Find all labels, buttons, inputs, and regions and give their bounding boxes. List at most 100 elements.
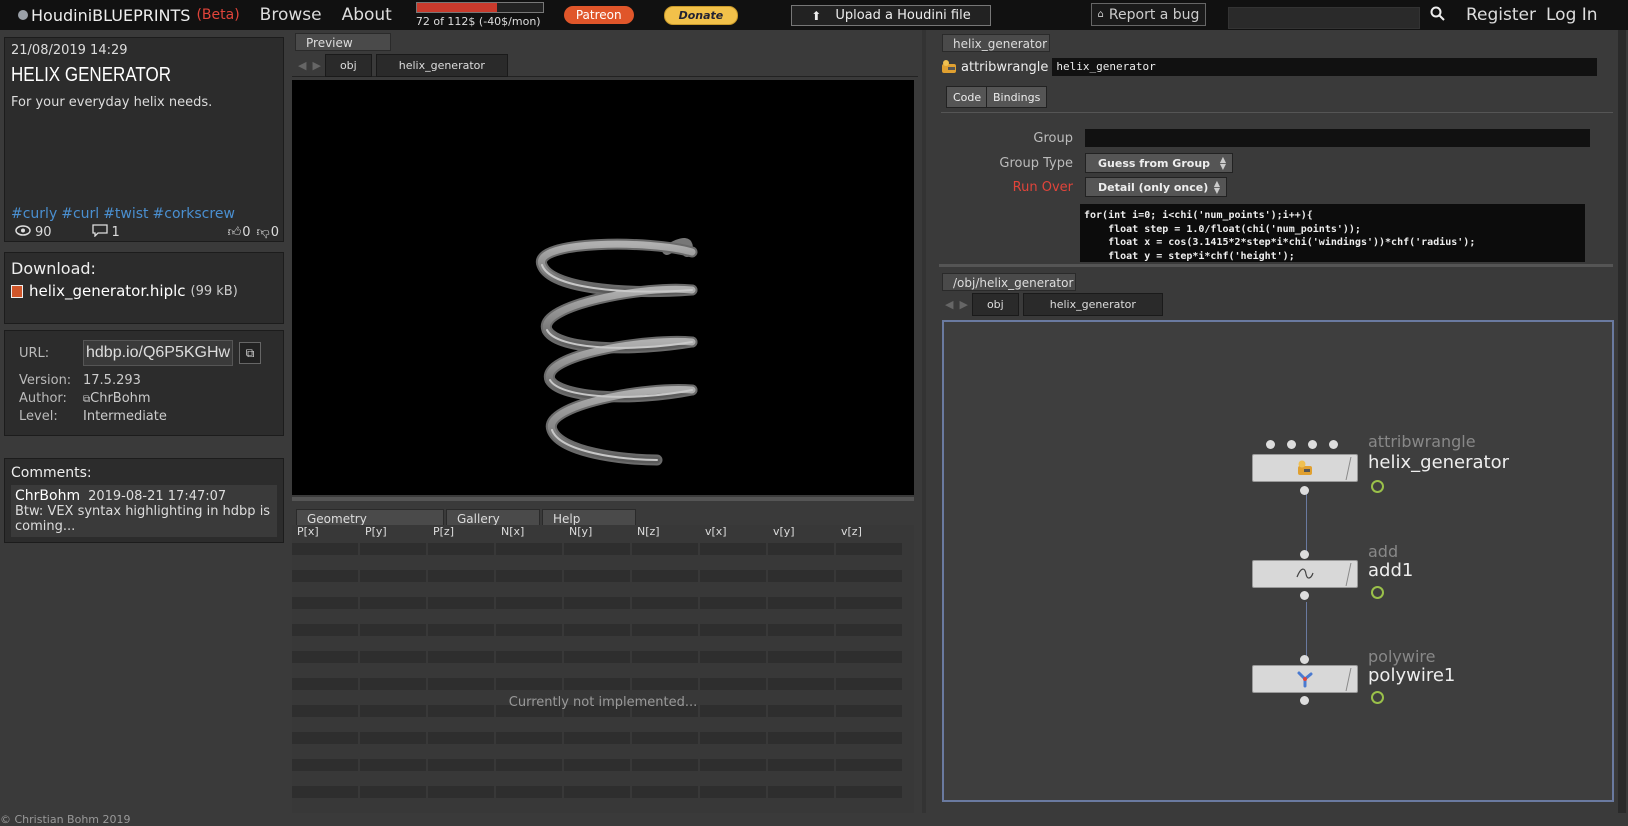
input-port[interactable] [1308,440,1317,449]
eye-icon [15,225,31,240]
group-type-label: Group Type [999,155,1073,171]
vertical-splitter[interactable] [922,30,926,813]
group-type-select[interactable]: Guess from Group ▲ ▼ [1085,153,1233,173]
wrangle-icon [1296,459,1314,477]
tab-bindings[interactable]: Bindings [986,86,1048,108]
table-cell [836,651,902,663]
tag-link[interactable]: #corkscrew [153,206,235,222]
register-link[interactable]: Register [1466,5,1536,25]
table-cell [768,759,834,771]
table-cell [632,543,698,555]
funding-progress: 72 of 112$ (-40$/mon) [415,2,544,28]
version-row: Version: 17.5.293 [19,371,269,389]
crumb-obj[interactable]: obj [971,292,1019,316]
polywire-icon [1296,670,1314,688]
likes-count: 0 [242,225,251,240]
table-cell [496,624,562,636]
like-button[interactable]: 👍︎ 0 [228,224,251,241]
node-wire [1306,494,1307,554]
dislike-button[interactable]: 👎︎ 0 [257,224,279,241]
input-port[interactable] [1287,440,1296,449]
helix-render [536,238,698,466]
table-cell [564,543,630,555]
author-link[interactable]: ⧉ChrBohm [83,391,151,406]
output-port[interactable] [1300,591,1309,600]
crumb-helix-generator[interactable]: helix_generator [375,53,508,77]
brand-prefix: Houdini [31,5,93,25]
upload-label: Upload a Houdini file [835,8,971,23]
upload-button[interactable]: ⬆ Upload a Houdini file [791,5,991,26]
tab-code[interactable]: Code [946,86,989,108]
3d-viewport[interactable] [292,80,914,495]
login-link[interactable]: Log In [1546,5,1598,25]
node-name: add1 [1368,560,1414,581]
table-cell [428,678,494,690]
table-cell [768,786,834,798]
node-body[interactable] [1252,665,1358,693]
table-cell [632,732,698,744]
tag-link[interactable]: #curly [11,206,57,222]
node-header: attribwrangle helix_generator [939,56,1613,78]
input-port[interactable] [1329,440,1338,449]
copy-icon[interactable]: ⧉ [239,342,261,364]
patreon-button[interactable]: Patreon [563,6,634,24]
about-link[interactable]: About [342,5,392,25]
run-over-value: Detail (only once) [1098,180,1209,194]
output-port[interactable] [1300,486,1309,495]
tab-network[interactable]: /obj/helix_generator [942,273,1076,291]
table-cell [496,543,562,555]
table-cell [700,597,766,609]
forward-arrow-icon[interactable]: ▶ [959,298,967,311]
table-cell [496,651,562,663]
download-link[interactable]: helix_generator.hiplc (99 kB) [11,282,277,300]
table-cell [836,624,902,636]
node-name-field[interactable]: helix_generator [1052,58,1598,76]
output-port[interactable] [1300,696,1309,705]
table-cell [496,732,562,744]
back-arrow-icon[interactable]: ◀ [945,298,953,311]
forward-arrow-icon[interactable]: ▶ [312,59,320,72]
input-port[interactable] [1266,440,1275,449]
tab-parameters[interactable]: helix_generator [942,34,1050,52]
tag-link[interactable]: #twist [103,206,148,222]
crumb-obj[interactable]: obj [324,53,372,77]
input-port[interactable] [1300,655,1309,664]
crumb-helix-generator[interactable]: helix_generator [1022,292,1163,316]
comment-author[interactable]: ChrBohm [15,488,80,504]
short-url-field[interactable] [83,340,233,366]
browse-link[interactable]: Browse [260,5,322,25]
table-cell [632,651,698,663]
table-cell [428,570,494,582]
table-cell [768,543,834,555]
tag-link[interactable]: #curl [61,206,99,222]
input-port[interactable] [1300,550,1309,559]
vex-code-editor[interactable]: for(int i=0; i<chi('num_points');i++){ f… [1080,204,1585,262]
download-heading: Download: [11,259,96,278]
table-cell [768,732,834,744]
node-separator [1345,668,1352,691]
metadata-card: URL: ⧉ Version: 17.5.293 Author: ⧉ChrBoh… [4,330,284,436]
right-scrollbar[interactable] [1618,30,1626,813]
node-network-view[interactable]: attribwrangle helix_generator add add1 p… [942,320,1614,802]
tab-preview[interactable]: Preview [295,33,391,51]
horizontal-splitter[interactable] [939,264,1613,267]
donate-button[interactable]: Donate [663,5,739,25]
table-cell [360,678,426,690]
search-input[interactable] [1228,7,1420,29]
wrangle-icon [941,59,957,75]
table-cell [564,732,630,744]
report-bug-button[interactable]: ⌂ Report a bug [1091,3,1206,26]
node-name: helix_generator [1368,452,1510,473]
column-header: N[x] [501,525,525,538]
table-cell [564,678,630,690]
node-body[interactable] [1252,454,1358,482]
node-body[interactable] [1252,560,1358,588]
run-over-select[interactable]: Detail (only once) ▲ ▼ [1085,177,1227,197]
table-cell [700,624,766,636]
site-logo[interactable]: Houdini BLUEPRINTS (Beta) [18,6,240,25]
group-field[interactable] [1085,129,1590,147]
back-arrow-icon[interactable]: ◀ [298,59,306,72]
table-cell [836,570,902,582]
search-icon[interactable] [1430,6,1445,25]
horizontal-splitter[interactable] [292,497,914,501]
